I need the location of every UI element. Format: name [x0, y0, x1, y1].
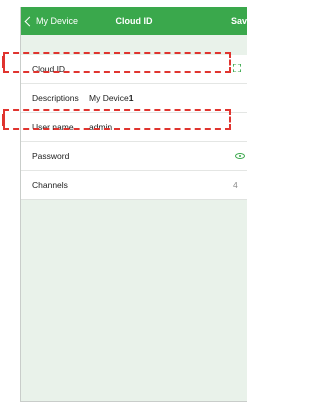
password-marker — [2, 114, 5, 126]
chevron-left-icon — [24, 16, 35, 26]
save-button[interactable]: Sav — [231, 7, 247, 35]
eye-icon[interactable] — [235, 153, 245, 159]
back-button-label: My Device — [36, 16, 79, 26]
password-row[interactable]: Password — [21, 142, 247, 171]
navigation-bar: My Device Cloud ID Sav — [21, 7, 247, 35]
cloud-id-marker — [2, 56, 5, 68]
descriptions-label: Descriptions — [32, 93, 79, 103]
channels-value: 4 — [233, 180, 238, 190]
descriptions-value: My Device1 — [89, 93, 134, 103]
back-button[interactable]: My Device — [24, 7, 79, 35]
qr-scan-icon[interactable] — [233, 64, 241, 72]
password-label: Password — [32, 151, 70, 161]
password-highlight — [3, 109, 231, 130]
channels-label: Channels — [32, 180, 68, 190]
channels-row[interactable]: Channels 4 — [21, 171, 247, 200]
cloud-id-highlight — [3, 52, 231, 73]
